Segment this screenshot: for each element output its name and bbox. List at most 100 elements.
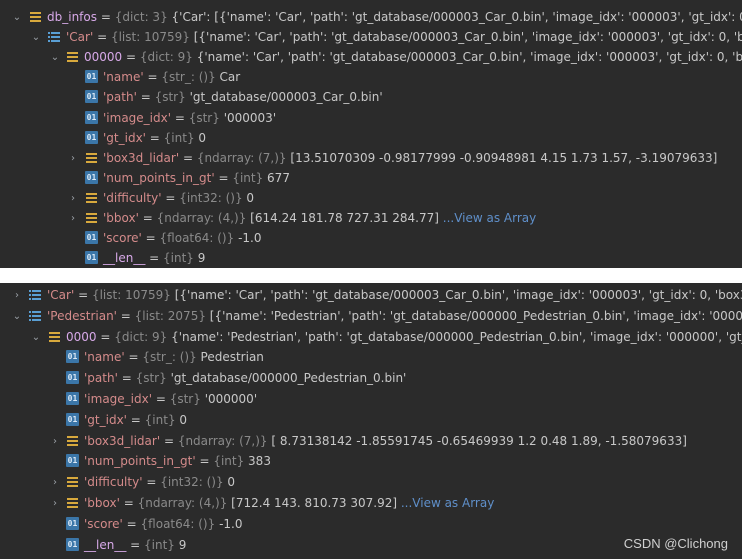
variable-value: [13.51070309 -0.98177999 -0.90948981 4.1… <box>286 150 718 165</box>
expand-chevron-icon[interactable]: › <box>50 472 60 493</box>
expand-chevron-icon[interactable]: › <box>68 188 78 209</box>
variable-row-num-points-in-gt[interactable]: 01 'num_points_in_gt' = {int} 383 <box>0 451 742 472</box>
variable-row-db-infos[interactable]: ⌄ db_infos = {dict: 3} {'Car': [{'name': … <box>0 7 742 28</box>
variable-row-difficulty[interactable]: › 'difficulty' = {int32: ()} 0 <box>0 472 742 493</box>
expand-chevron-icon[interactable]: › <box>50 431 60 452</box>
variable-row-gt-idx[interactable]: 01 'gt_idx' = {int} 0 <box>0 410 742 431</box>
variable-name: 00000 <box>84 50 123 65</box>
equals-sign: = <box>126 537 145 552</box>
equals-sign: = <box>97 10 115 24</box>
variable-row-car[interactable]: ⌄ 'Car' = {list: 10759} [{'name': 'Car', … <box>0 27 742 48</box>
variable-type: {dict: 9} <box>114 329 168 344</box>
dict-icon <box>85 211 98 224</box>
variable-row-image-idx[interactable]: 01 'image_idx' = {str} '000000' <box>0 389 742 410</box>
variable-value: 0 <box>242 190 255 205</box>
variable-type: {list: 2075} <box>134 308 206 323</box>
collapse-chevron-icon[interactable]: ⌄ <box>12 306 22 327</box>
variable-text: 'path' = {str} 'gt_database/000000_Pedes… <box>84 368 406 389</box>
equals-sign: = <box>195 454 214 469</box>
collapse-chevron-icon[interactable]: ⌄ <box>31 27 41 48</box>
expand-chevron-icon[interactable]: › <box>50 493 60 514</box>
variable-name: 'num_points_in_gt' <box>103 170 215 185</box>
variable-row-0000[interactable]: ⌄ 0000 = {dict: 9} {'name': 'Pedestrian',… <box>0 327 742 348</box>
variable-row-score[interactable]: 01 'score' = {float64: ()} -1.0 <box>0 514 742 535</box>
variable-row-gt-idx[interactable]: 01 'gt_idx' = {int} 0 <box>0 128 742 149</box>
csdn-watermark: CSDN @Clichong <box>623 536 728 551</box>
scalar-value-icon: 01 <box>85 70 98 84</box>
variable-name: __len__ <box>103 251 146 266</box>
collapse-chevron-icon[interactable]: ⌄ <box>12 7 22 28</box>
equals-sign: = <box>136 90 155 105</box>
variable-value: 0 <box>194 130 207 145</box>
variable-row-bbox[interactable]: › 'bbox' = {ndarray: (4,)} [614.24 181.78… <box>0 208 742 229</box>
equals-sign: = <box>143 70 162 85</box>
variable-type: {int} <box>144 412 176 427</box>
variable-row-path[interactable]: 01 'path' = {str} 'gt_database/000000_Ped… <box>0 368 742 389</box>
equals-sign: = <box>152 392 170 406</box>
variable-row-name[interactable]: 01 'name' = {str_: ()} Pedestrian <box>0 347 742 368</box>
scalar-value-icon: 01 <box>85 251 98 265</box>
variable-text: 'gt_idx' = {int} 0 <box>84 410 187 431</box>
variable-text: 'box3d_lidar' = {ndarray: (7,)} [ 8.7313… <box>84 431 687 452</box>
scalar-value-icon: 01 <box>85 170 98 184</box>
equals-sign: = <box>138 211 157 225</box>
variable-type: {int} <box>144 537 175 552</box>
variable-type: {int32: ()} <box>160 475 224 490</box>
variable-type: {str} <box>135 371 167 386</box>
variable-row-box3d-lidar[interactable]: › 'box3d_lidar' = {ndarray: (7,)} [ 8.731… <box>0 431 742 452</box>
variable-text: 'gt_idx' = {int} 0 <box>103 128 206 149</box>
expand-chevron-icon[interactable]: › <box>68 208 78 229</box>
dict-icon <box>66 496 79 509</box>
equals-sign: = <box>122 516 141 531</box>
variable-row-num-points-in-gt[interactable]: 01 'num_points_in_gt' = {int} 677 <box>0 168 742 189</box>
variable-row-len[interactable]: 01 __len__ = {int} 9 <box>0 248 742 268</box>
variable-type: {int} <box>213 454 245 469</box>
view-as-array-link[interactable]: ...View as Array <box>439 211 536 225</box>
scalar-value-icon: 01 <box>66 516 79 530</box>
expand-chevron-icon[interactable]: › <box>68 148 78 169</box>
variable-name: 'box3d_lidar' <box>103 150 180 165</box>
dict-icon <box>85 151 98 164</box>
expand-chevron-icon[interactable]: › <box>12 285 22 306</box>
equals-sign: = <box>161 190 180 205</box>
variable-text: __len__ = {int} 9 <box>103 248 205 268</box>
dict-icon <box>66 434 79 447</box>
equals-sign: = <box>119 496 138 510</box>
dict-icon <box>66 475 79 488</box>
variable-text: 'bbox' = {ndarray: (4,)} [614.24 181.78 … <box>103 208 536 229</box>
variable-row-difficulty[interactable]: › 'difficulty' = {int32: ()} 0 <box>0 188 742 209</box>
equals-sign: = <box>96 329 115 344</box>
variable-value: {'name': 'Car', 'path': 'gt_database/000… <box>192 50 742 65</box>
variable-text: db_infos = {dict: 3} {'Car': [{'name': '… <box>47 7 742 28</box>
variable-row-name[interactable]: 01 'name' = {str_: ()} Car <box>0 67 742 88</box>
scalar-value-icon: 01 <box>66 350 79 364</box>
variable-text: 'bbox' = {ndarray: (4,)} [712.4 143. 810… <box>84 493 494 514</box>
variable-type: {ndarray: (4,)} <box>137 496 228 510</box>
dict-icon <box>29 10 42 23</box>
variable-value: Pedestrian <box>196 350 264 365</box>
variable-type: {str_: ()} <box>142 350 197 365</box>
variable-row-car[interactable]: › 'Car' = {list: 10759} [{'name': 'Car', … <box>0 285 742 306</box>
variable-text: 'name' = {str_: ()} Pedestrian <box>84 347 264 368</box>
variable-name: 'image_idx' <box>103 110 172 125</box>
variable-name: 'num_points_in_gt' <box>84 454 196 469</box>
collapse-chevron-icon[interactable]: ⌄ <box>50 47 60 68</box>
variable-row-path[interactable]: 01 'path' = {str} 'gt_database/000003_Car… <box>0 87 742 108</box>
variable-row-00000[interactable]: ⌄ 00000 = {dict: 9} {'name': 'Car', 'path… <box>0 47 742 68</box>
variable-row-box3d-lidar[interactable]: › 'box3d_lidar' = {ndarray: (7,)} [13.510… <box>0 148 742 169</box>
collapse-chevron-icon[interactable]: ⌄ <box>31 327 41 348</box>
variable-value: 9 <box>174 537 187 552</box>
variable-text: 0000 = {dict: 9} {'name': 'Pedestrian', … <box>66 327 742 348</box>
variable-value: '000003' <box>219 110 277 125</box>
variable-text: 'Pedestrian' = {list: 2075} [{'name': 'P… <box>47 306 742 327</box>
view-as-array-link[interactable]: ...View as Array <box>397 496 494 510</box>
variable-type: {int} <box>163 130 195 145</box>
variable-type: {dict: 3} <box>114 10 168 24</box>
scalar-value-icon: 01 <box>66 454 79 468</box>
equals-sign: = <box>145 130 164 145</box>
variable-row-pedestrian[interactable]: ⌄ 'Pedestrian' = {list: 2075} [{'name': '… <box>0 306 742 327</box>
variable-text: 'Car' = {list: 10759} [{'name': 'Car', '… <box>47 285 742 306</box>
variable-row-image-idx[interactable]: 01 'image_idx' = {str} '000003' <box>0 108 742 129</box>
variable-row-score[interactable]: 01 'score' = {float64: ()} -1.0 <box>0 228 742 249</box>
variable-row-bbox[interactable]: › 'bbox' = {ndarray: (4,)} [712.4 143. 81… <box>0 493 742 514</box>
